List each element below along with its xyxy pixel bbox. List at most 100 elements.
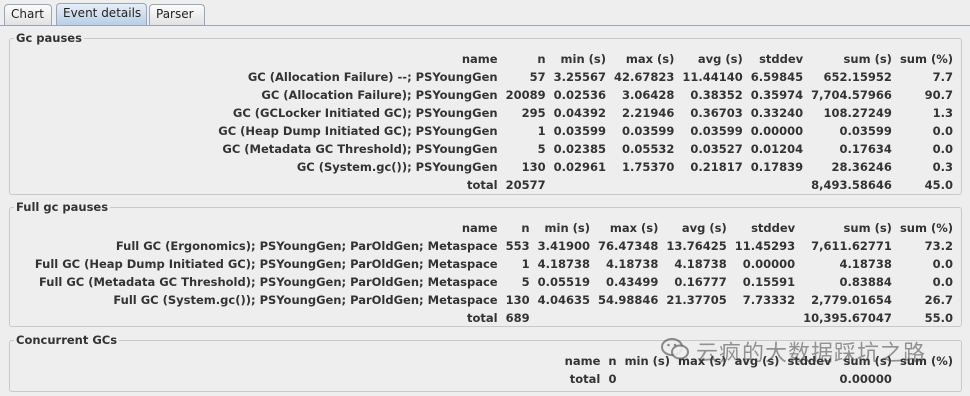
cell-avg	[727, 370, 780, 388]
tab-parser[interactable]: Parser	[149, 4, 205, 25]
wechat-icon	[660, 336, 690, 373]
cell-sum-s: 28.36246	[831, 160, 892, 174]
cell-avg: avg (s)	[697, 52, 743, 66]
cell-stddev: 7.73332	[742, 293, 796, 307]
cell-sum-s: 108.27249	[823, 106, 892, 120]
cell-avg	[674, 176, 742, 194]
cell-max: max (s)	[625, 52, 675, 66]
cell-max: 54.98846	[598, 293, 659, 307]
cell-stddev: 0.15591	[742, 275, 796, 289]
cell-n: 130	[521, 160, 546, 174]
cell-name: total	[466, 178, 498, 192]
cell-name: GC (Allocation Failure); PSYoungGen	[261, 88, 498, 102]
cell-stddev: 0.00000	[750, 124, 804, 138]
table-row: GC (GCLocker Initiated GC); PSYoungGen 29…	[210, 104, 953, 122]
concurrent-gcs-title: Concurrent GCs	[14, 333, 120, 347]
cell-n: 5	[521, 275, 530, 289]
gc-pauses-table: name n min (s) max (s) avg (s) stddev sum (s) s…	[210, 50, 953, 194]
cell-sum-pct: 90.7	[924, 88, 953, 102]
cell-name: GC (System.gc()); PSYoungGen	[296, 160, 498, 174]
cell-stddev: 0.00000	[742, 257, 796, 271]
cell-n: 20577	[505, 178, 546, 192]
cell-sum-s: 8,493.58646	[811, 178, 892, 192]
cell-sum-s: 2,779.01654	[811, 293, 892, 307]
cell-stddev: stddev	[751, 221, 796, 235]
cell-name: Full GC (Metadata GC Threshold); PSYoung…	[38, 275, 498, 289]
cell-name: total	[569, 372, 601, 386]
cell-n: 553	[505, 239, 530, 253]
cell-n: 5	[537, 142, 546, 156]
table-row: GC (Heap Dump Initiated GC); PSYoungGen 1…	[210, 122, 953, 140]
cell-min: 0.03599	[553, 124, 606, 138]
cell-n: 57	[529, 70, 546, 84]
cell-name: GC (Allocation Failure) --; PSYoungGen	[247, 70, 498, 84]
tab-bar-divider	[0, 25, 970, 26]
cell-n: 20089	[505, 88, 546, 102]
cell-stddev: 0.33240	[750, 106, 804, 120]
cell-max	[590, 309, 658, 327]
cell-sum-s: 652.15952	[823, 70, 892, 84]
tab-chart[interactable]: Chart	[4, 4, 52, 25]
table-total-row: total 0 0.00000	[557, 370, 953, 388]
table-header-row: name n min (s) max (s) avg (s) stddev sum (s) s…	[210, 50, 953, 68]
cell-sum-pct: 1.3	[932, 106, 953, 120]
cell-avg: 0.16777	[674, 275, 727, 289]
cell-n: n	[521, 221, 530, 235]
cell-sum-pct: 55.0	[924, 311, 953, 325]
cell-name: Full GC (Heap Dump Initiated GC); PSYoun…	[34, 257, 498, 271]
table-total-row: total 689 10,395.67047 55.0	[27, 309, 953, 327]
cell-sum-pct: sum (%)	[899, 52, 953, 66]
cell-min: min (s)	[560, 52, 606, 66]
table-total-row: total 20577 8,493.58646 45.0	[210, 176, 953, 194]
cell-min: 4.04635	[537, 293, 590, 307]
cell-max: 4.18738	[606, 257, 659, 271]
cell-min: 3.25567	[553, 70, 606, 84]
gc-pauses-title: Gc pauses	[14, 31, 84, 45]
cell-name: GC (Metadata GC Threshold); PSYoungGen	[222, 142, 498, 156]
cell-n: 130	[505, 293, 530, 307]
cell-avg: 0.03527	[690, 142, 743, 156]
cell-sum-pct: 0.0	[932, 142, 953, 156]
table-header-row: name n min (s) max (s) avg (s) stddev sum (s) s…	[27, 219, 953, 237]
cell-sum-s: 0.17634	[839, 142, 892, 156]
table-row: Full GC (Ergonomics); PSYoungGen; ParOld…	[27, 237, 953, 255]
table-row: GC (Metadata GC Threshold); PSYoungGen 5 0…	[210, 140, 953, 158]
cell-name: name	[461, 52, 498, 66]
cell-stddev: 0.35974	[750, 88, 804, 102]
cell-name: Full GC (Ergonomics); PSYoungGen; ParOld…	[115, 239, 498, 253]
cell-min: min (s)	[544, 221, 590, 235]
table-row: GC (Allocation Failure); PSYoungGen 20089…	[210, 86, 953, 104]
cell-avg: 11.44140	[682, 70, 743, 84]
cell-name: GC (Heap Dump Initiated GC); PSYoungGen	[218, 124, 498, 138]
cell-stddev: 0.01204	[750, 142, 804, 156]
cell-stddev: 6.59845	[750, 70, 804, 84]
cell-min	[546, 176, 606, 194]
cell-max: 0.03599	[622, 124, 675, 138]
table-row: Full GC (System.gc()); PSYoungGen; ParOl…	[27, 291, 953, 309]
cell-avg: avg (s)	[681, 221, 727, 235]
cell-stddev: 0.17839	[750, 160, 804, 174]
cell-sum-pct: 0.0	[932, 124, 953, 138]
cell-sum-s: 10,395.67047	[803, 311, 892, 325]
cell-max: max (s)	[609, 221, 659, 235]
cell-stddev	[743, 176, 803, 194]
cell-sum-s: sum (s)	[843, 52, 892, 66]
cell-stddev: stddev	[759, 52, 804, 66]
cell-sum-s: 0.03599	[839, 124, 892, 138]
cell-sum-pct: 0.0	[932, 275, 953, 289]
cell-sum-s: 7,611.62771	[811, 239, 892, 253]
cell-avg: 0.03599	[690, 124, 743, 138]
cell-min: 4.18738	[537, 257, 590, 271]
cell-sum-pct: 26.7	[924, 293, 953, 307]
cell-avg: 21.37705	[666, 293, 727, 307]
cell-avg: 0.21817	[690, 160, 743, 174]
table-row: Full GC (Metadata GC Threshold); PSYoung…	[27, 273, 953, 291]
tab-event-details[interactable]: Event details	[56, 3, 147, 25]
cell-sum-s: sum (s)	[843, 221, 892, 235]
cell-n: 1	[521, 257, 530, 271]
cell-avg: 0.36703	[690, 106, 743, 120]
cell-min: 0.02536	[553, 88, 606, 102]
cell-min: 3.41900	[537, 239, 590, 253]
cell-avg: 0.38352	[690, 88, 743, 102]
cell-sum-pct: 73.2	[924, 239, 953, 253]
